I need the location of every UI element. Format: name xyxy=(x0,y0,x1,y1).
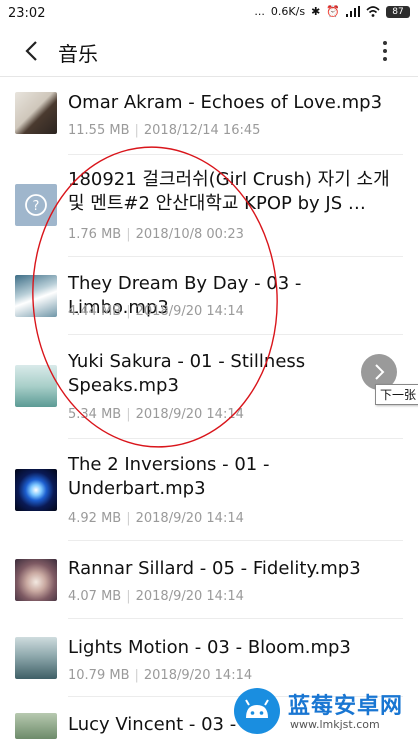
status-dots: ... xyxy=(254,5,265,18)
app-header: 音乐 xyxy=(0,26,418,77)
list-item[interactable]: They Dream By Day - 03 - Limbo.mp3 4.44 … xyxy=(0,257,418,335)
song-meta: 4.92 MB | 2018/9/20 14:14 xyxy=(68,511,244,526)
album-thumbnail xyxy=(15,365,57,407)
network-speed: 0.6K/s xyxy=(270,5,306,18)
list-item[interactable]: Omar Akram - Echoes of Love.mp3 11.55 MB… xyxy=(0,77,418,155)
song-date: 2018/9/20 14:14 xyxy=(135,407,244,422)
song-date: 2018/9/20 14:14 xyxy=(135,511,244,526)
song-date: 2018/9/20 14:14 xyxy=(143,668,253,683)
song-size: 5.34 MB xyxy=(68,407,122,422)
album-thumbnail xyxy=(15,559,57,601)
watermark-url: www.lmkjst.com xyxy=(290,718,380,731)
unknown-file-icon: ? xyxy=(25,194,47,216)
more-options-icon[interactable] xyxy=(372,38,398,64)
album-thumbnail xyxy=(15,713,57,739)
song-date: 2018/9/20 14:14 xyxy=(135,304,244,319)
song-date: 2018/9/20 14:14 xyxy=(135,589,244,604)
list-item[interactable]: Yuki Sakura - 01 - Stillness Speaks.mp3 … xyxy=(0,335,418,439)
wifi-icon xyxy=(366,6,380,17)
status-bar: 23:02 ... 0.6K/s ✱ ⏰ 87 xyxy=(0,0,418,26)
album-thumbnail xyxy=(15,469,57,511)
alarm-icon: ⏰ xyxy=(326,5,340,18)
status-icons: ... 0.6K/s ✱ ⏰ 87 xyxy=(254,5,410,18)
song-size: 11.55 MB xyxy=(68,123,130,138)
song-size: 4.07 MB xyxy=(68,589,122,604)
song-title: Rannar Sillard - 05 - Fidelity.mp3 xyxy=(68,558,361,579)
status-time: 23:02 xyxy=(8,6,46,21)
svg-text:?: ? xyxy=(33,199,40,214)
watermark-logo-icon xyxy=(234,688,280,734)
battery-icon: 87 xyxy=(386,5,410,18)
next-tooltip: 下一张 xyxy=(375,384,418,405)
song-title: The 2 Inversions - 01 - Underbart.mp3 xyxy=(68,454,270,499)
song-size: 4.44 MB xyxy=(68,304,122,319)
song-date: 2018/10/8 00:23 xyxy=(135,227,244,242)
back-arrow-icon[interactable] xyxy=(20,38,46,64)
album-thumbnail: ? xyxy=(15,184,57,226)
album-thumbnail xyxy=(15,92,57,134)
song-title: 180921 걸크러쉬(Girl Crush) 자기 소개 및 멘트#2 안산대… xyxy=(68,169,390,214)
song-date: 2018/12/14 16:45 xyxy=(143,123,261,138)
list-item[interactable]: ? 180921 걸크러쉬(Girl Crush) 자기 소개 및 멘트#2 안… xyxy=(0,155,418,257)
song-size: 10.79 MB xyxy=(68,668,130,683)
song-title: Lights Motion - 03 - Bloom.mp3 xyxy=(68,637,351,658)
album-thumbnail xyxy=(15,637,57,679)
song-meta: 11.55 MB | 2018/12/14 16:45 xyxy=(68,123,261,138)
song-meta: 5.34 MB | 2018/9/20 14:14 xyxy=(68,407,244,422)
song-meta: 10.79 MB | 2018/9/20 14:14 xyxy=(68,668,253,683)
song-size: 1.76 MB xyxy=(68,227,122,242)
watermark-title: 蓝莓安卓网 xyxy=(288,694,404,719)
song-meta: 4.07 MB | 2018/9/20 14:14 xyxy=(68,589,244,604)
song-meta: 4.44 MB | 2018/9/20 14:14 xyxy=(68,304,244,319)
album-thumbnail xyxy=(15,275,57,317)
song-size: 4.92 MB xyxy=(68,511,122,526)
bluetooth-icon: ✱ xyxy=(311,5,321,18)
song-title: Omar Akram - Echoes of Love.mp3 xyxy=(68,92,383,113)
page-title: 音乐 xyxy=(58,42,98,66)
song-title: Yuki Sakura - 01 - Stillness Speaks.mp3 xyxy=(68,351,306,396)
song-meta: 1.76 MB | 2018/10/8 00:23 xyxy=(68,227,244,242)
watermark: 蓝莓安卓网 www.lmkjst.com xyxy=(232,686,412,736)
list-item[interactable]: Rannar Sillard - 05 - Fidelity.mp3 4.07 … xyxy=(0,541,418,619)
list-item[interactable]: The 2 Inversions - 01 - Underbart.mp3 4.… xyxy=(0,439,418,541)
signal-icon xyxy=(346,6,360,17)
